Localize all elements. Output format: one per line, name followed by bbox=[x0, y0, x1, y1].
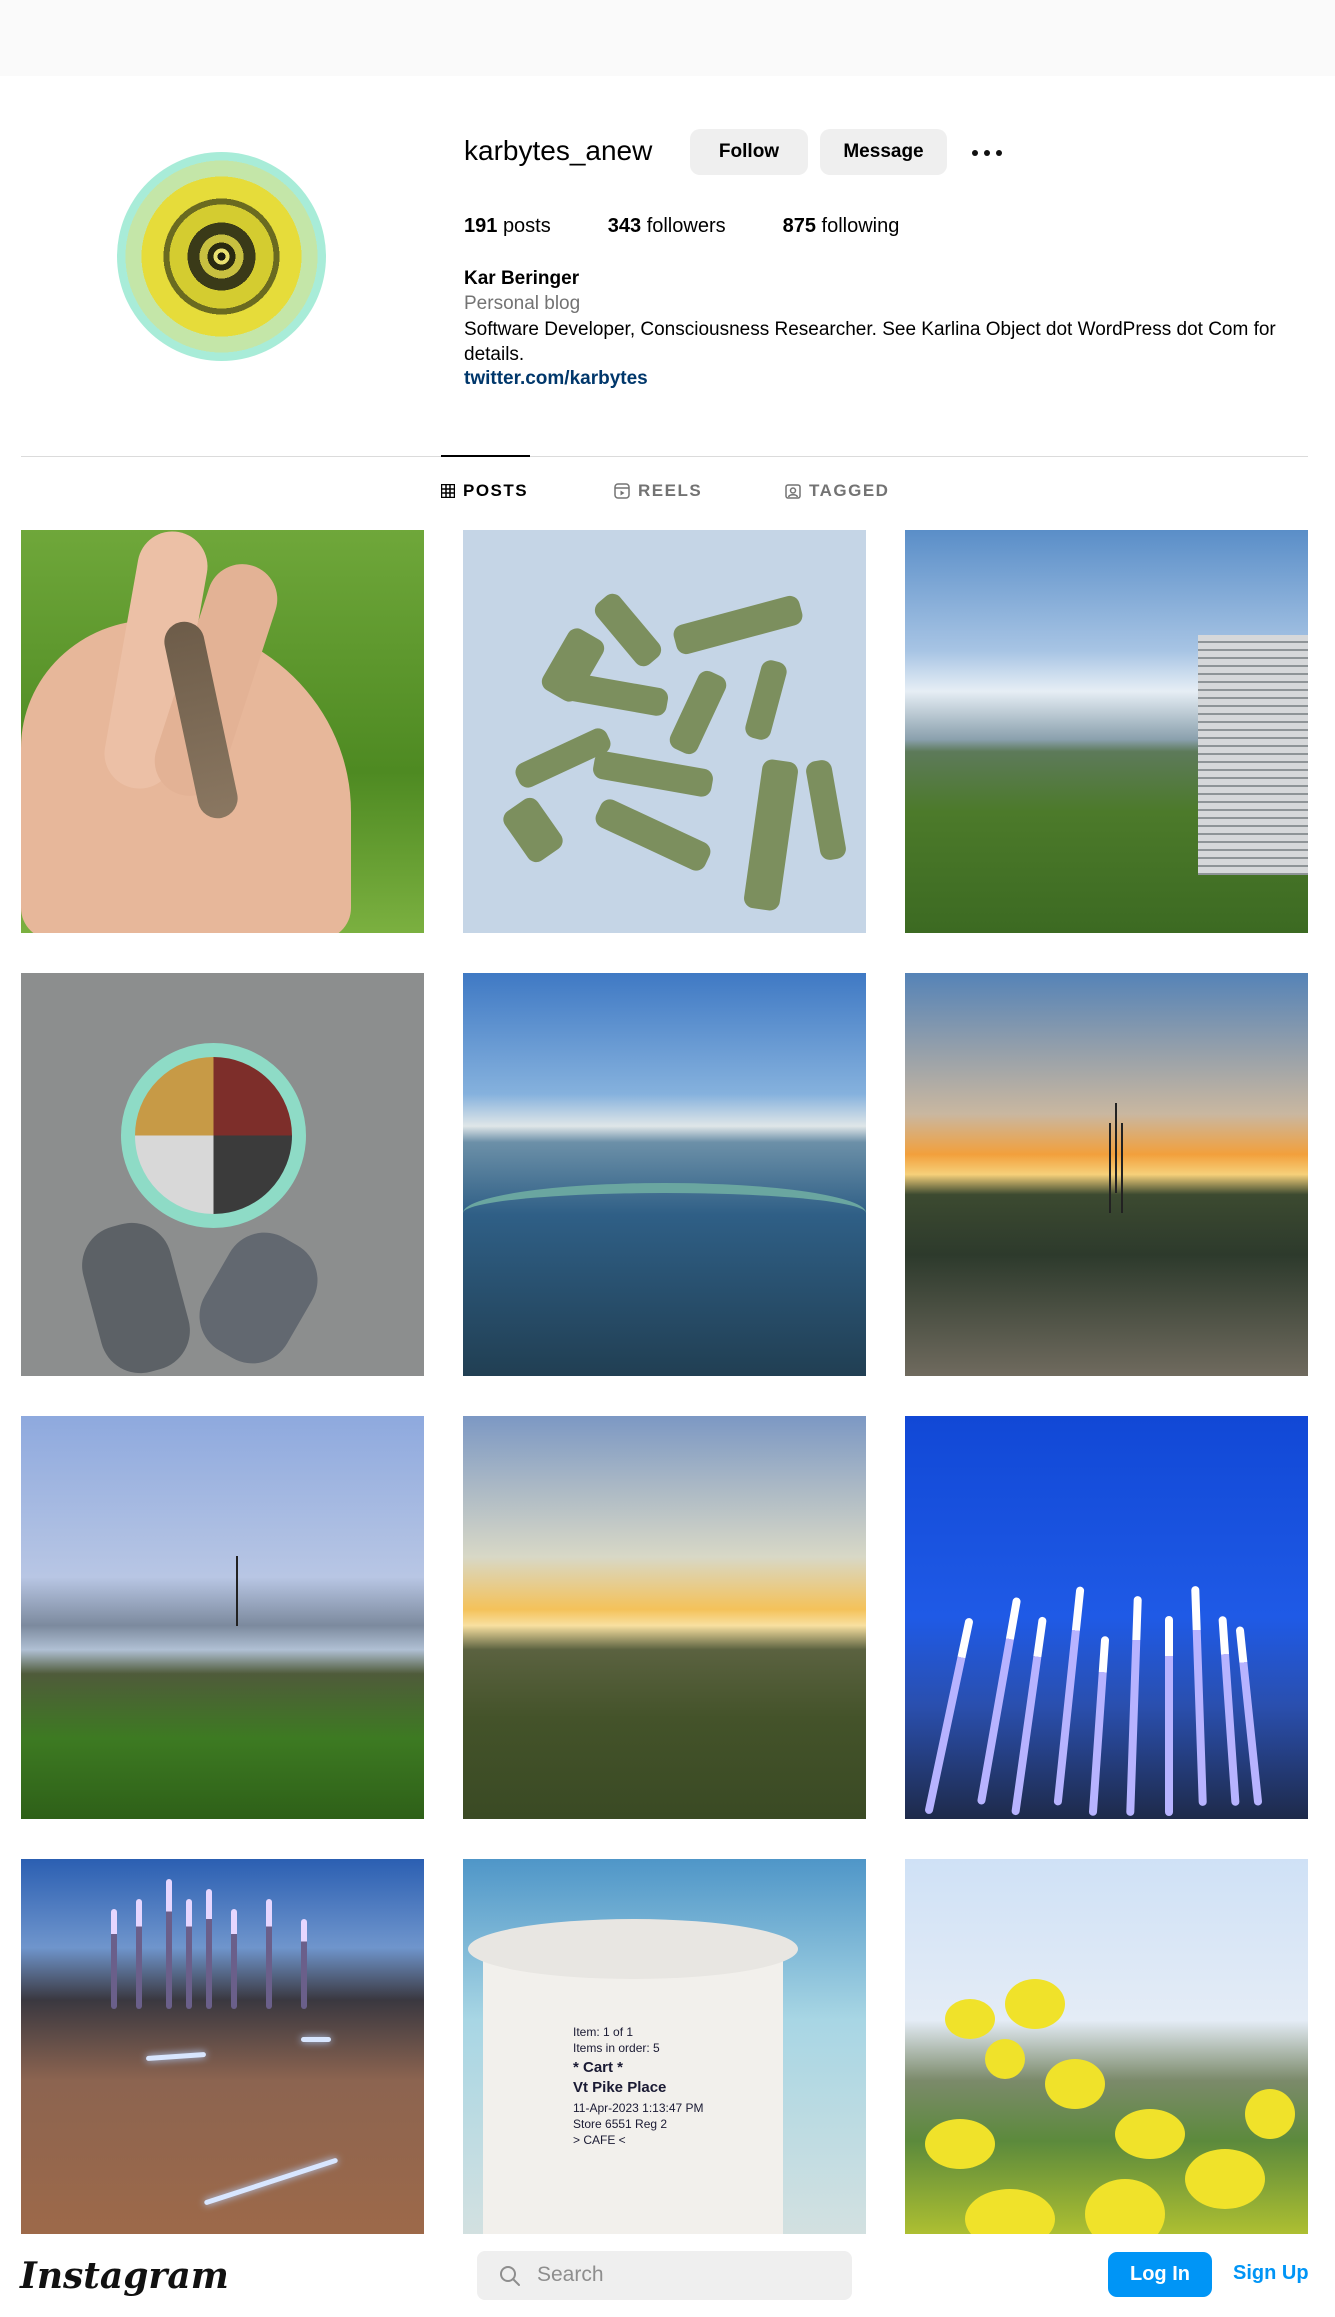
post-thumbnail[interactable] bbox=[463, 973, 866, 1376]
post-thumbnail[interactable] bbox=[463, 530, 866, 933]
post-thumbnail[interactable] bbox=[463, 1416, 866, 1819]
bio-name: Kar Beringer bbox=[464, 268, 580, 289]
following-stat[interactable]: 875 following bbox=[783, 215, 900, 238]
post-thumbnail[interactable] bbox=[21, 1416, 424, 1819]
tab-tagged[interactable]: TAGGED bbox=[785, 481, 889, 501]
tagged-icon bbox=[785, 484, 801, 499]
search-input[interactable] bbox=[537, 2260, 837, 2290]
profile-username: karbytes_anew bbox=[464, 135, 653, 166]
bio-text: Software Developer, Consciousness Resear… bbox=[464, 319, 1276, 365]
posts-stat: 191 posts bbox=[464, 215, 551, 237]
top-bar bbox=[0, 0, 1335, 76]
follow-button[interactable]: Follow bbox=[690, 129, 808, 175]
receipt-label: Item: 1 of 1 Items in order: 5 * Cart * … bbox=[573, 2025, 704, 2147]
post-thumbnail[interactable] bbox=[21, 530, 424, 933]
signup-link[interactable]: Sign Up bbox=[1233, 2262, 1309, 2285]
post-thumbnail[interactable] bbox=[21, 1859, 424, 2262]
search-box[interactable] bbox=[477, 2251, 852, 2300]
post-thumbnail[interactable] bbox=[905, 1416, 1308, 1819]
login-button[interactable]: Log In bbox=[1108, 2252, 1212, 2297]
profile-avatar[interactable] bbox=[117, 152, 326, 361]
post-thumbnail[interactable] bbox=[905, 530, 1308, 933]
tab-posts[interactable]: POSTS bbox=[441, 481, 528, 501]
instagram-logo[interactable]: Instagram bbox=[20, 2255, 229, 2297]
reels-icon bbox=[614, 483, 630, 499]
bio-category: Personal blog bbox=[464, 293, 581, 314]
post-thumbnail[interactable] bbox=[905, 973, 1308, 1376]
message-button[interactable]: Message bbox=[820, 129, 947, 175]
tab-reels[interactable]: REELS bbox=[614, 481, 702, 501]
post-thumbnail[interactable] bbox=[21, 973, 424, 1376]
bio-link[interactable]: twitter.com/karbytes bbox=[464, 368, 648, 390]
post-thumbnail[interactable] bbox=[905, 1859, 1308, 2262]
post-thumbnail[interactable]: Item: 1 of 1 Items in order: 5 * Cart * … bbox=[463, 1859, 866, 2262]
grid-icon bbox=[441, 484, 455, 498]
active-tab-indicator bbox=[441, 455, 530, 457]
tabs-divider bbox=[21, 456, 1308, 457]
search-icon bbox=[500, 2266, 520, 2286]
more-options-icon[interactable] bbox=[970, 138, 1004, 166]
profile-stats: 191 posts 343 followers 875 following bbox=[464, 215, 956, 238]
followers-stat[interactable]: 343 followers bbox=[608, 215, 726, 238]
